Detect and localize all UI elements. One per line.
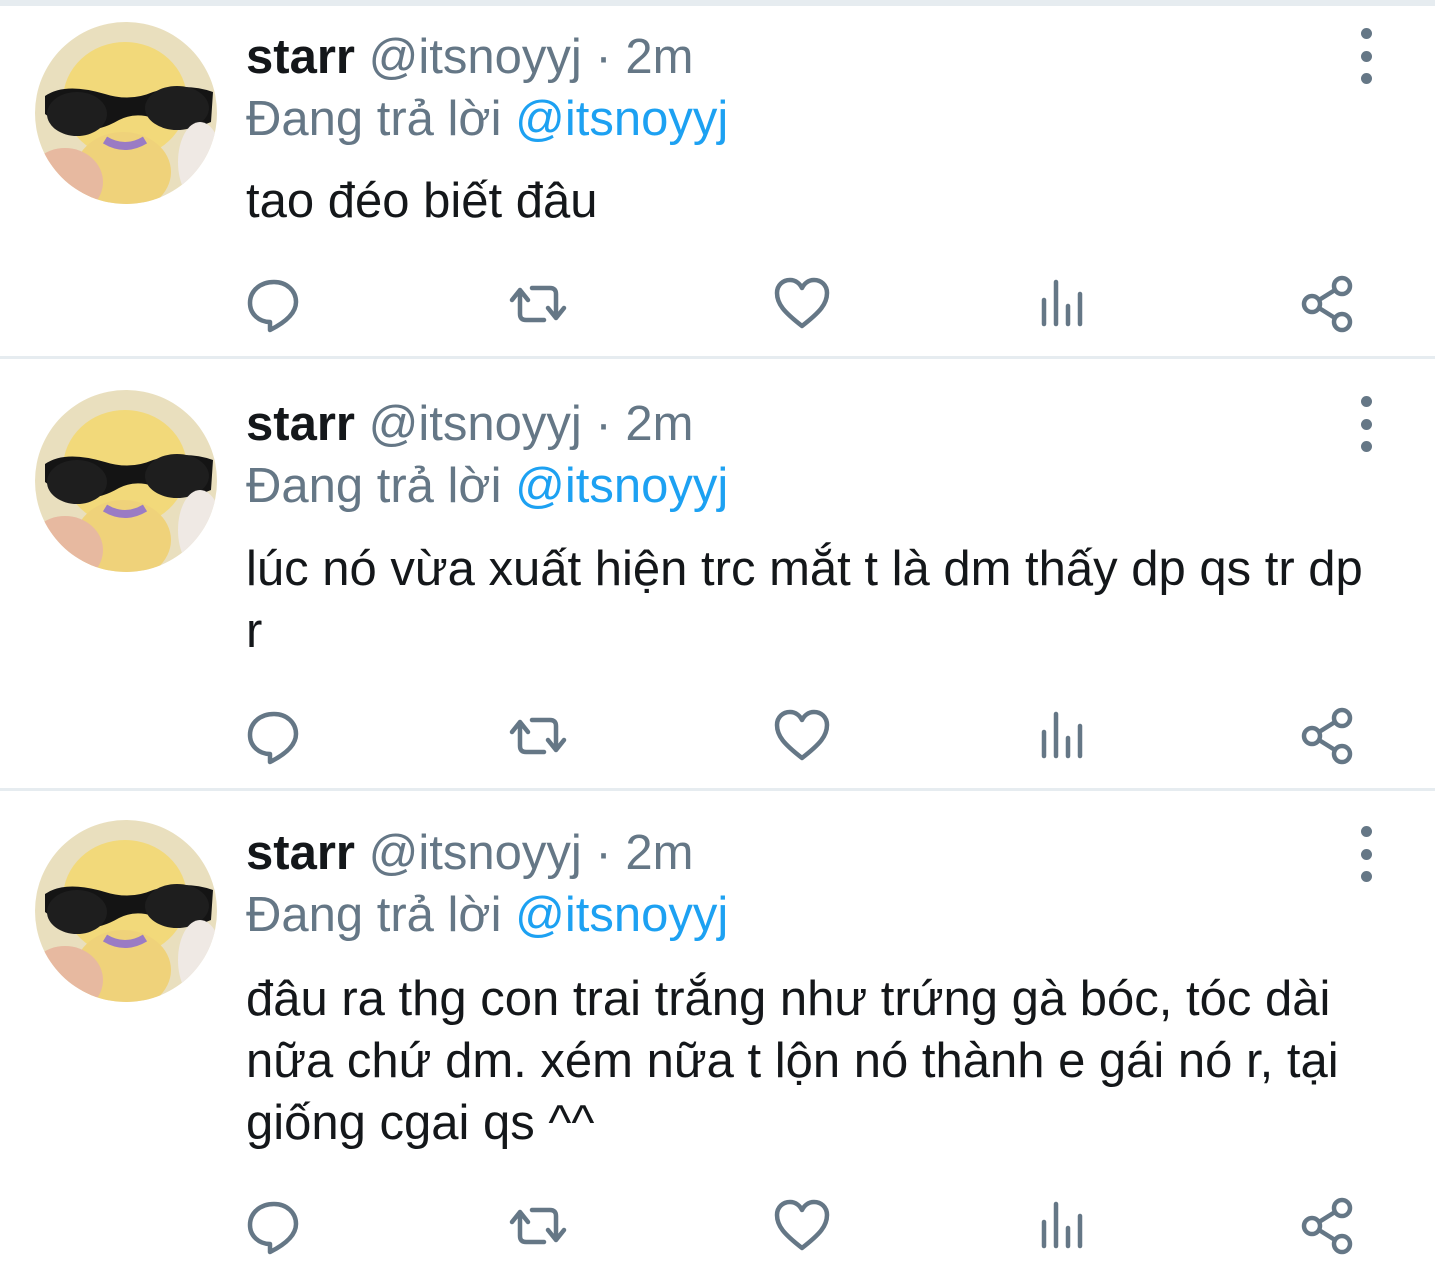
tweet-divider bbox=[0, 788, 1435, 791]
reply-context: Đang trả lời @itsnoyyj bbox=[246, 456, 728, 516]
timestamp[interactable]: 2m bbox=[625, 30, 693, 84]
separator: · bbox=[595, 397, 612, 451]
avatar[interactable] bbox=[35, 390, 217, 572]
reply-prefix: Đang trả lời bbox=[246, 459, 502, 513]
tweet-text: tao đéo biết đâu bbox=[246, 174, 598, 228]
reply-mention[interactable]: @itsnoyyj bbox=[515, 888, 728, 942]
analytics-icon[interactable] bbox=[1034, 1196, 1094, 1256]
timestamp[interactable]: 2m bbox=[625, 826, 693, 880]
reply-prefix: Đang trả lời bbox=[246, 888, 502, 942]
reply-icon[interactable] bbox=[244, 706, 304, 766]
timestamp[interactable]: 2m bbox=[625, 397, 693, 451]
tweet-divider bbox=[0, 356, 1435, 359]
more-vertical-icon[interactable] bbox=[1350, 28, 1382, 84]
reply-mention[interactable]: @itsnoyyj bbox=[515, 92, 728, 146]
like-icon[interactable] bbox=[772, 706, 832, 766]
avatar-image bbox=[35, 390, 217, 572]
tweet-header: starr @itsnoyyj · 2m bbox=[246, 394, 693, 454]
like-icon[interactable] bbox=[772, 274, 832, 334]
user-handle[interactable]: @itsnoyyj bbox=[369, 397, 582, 451]
reply-icon[interactable] bbox=[244, 1196, 304, 1256]
share-icon[interactable] bbox=[1298, 274, 1358, 334]
analytics-icon[interactable] bbox=[1034, 706, 1094, 766]
separator: · bbox=[595, 826, 612, 880]
retweet-icon[interactable] bbox=[508, 1196, 568, 1256]
top-divider bbox=[0, 0, 1435, 6]
display-name[interactable]: starr bbox=[246, 826, 355, 880]
tweet-header: starr @itsnoyyj · 2m bbox=[246, 823, 693, 883]
tweet-text: đâu ra thg con trai trắng như trứng gà b… bbox=[246, 972, 1339, 1150]
like-icon[interactable] bbox=[772, 1196, 832, 1256]
analytics-icon[interactable] bbox=[1034, 274, 1094, 334]
display-name[interactable]: starr bbox=[246, 30, 355, 84]
reply-context: Đang trả lời @itsnoyyj bbox=[246, 89, 728, 149]
tweet-header: starr @itsnoyyj · 2m bbox=[246, 27, 693, 87]
user-handle[interactable]: @itsnoyyj bbox=[369, 30, 582, 84]
avatar-image bbox=[35, 22, 217, 204]
reply-mention[interactable]: @itsnoyyj bbox=[515, 459, 728, 513]
more-vertical-icon[interactable] bbox=[1350, 826, 1382, 882]
more-vertical-icon[interactable] bbox=[1350, 396, 1382, 452]
avatar[interactable] bbox=[35, 820, 217, 1002]
avatar-image bbox=[35, 820, 217, 1002]
share-icon[interactable] bbox=[1298, 706, 1358, 766]
user-handle[interactable]: @itsnoyyj bbox=[369, 826, 582, 880]
share-icon[interactable] bbox=[1298, 1196, 1358, 1256]
separator: · bbox=[595, 30, 612, 84]
reply-prefix: Đang trả lời bbox=[246, 92, 502, 146]
retweet-icon[interactable] bbox=[508, 274, 568, 334]
tweet-text: lúc nó vừa xuất hiện trc mắt t là dm thấ… bbox=[246, 542, 1363, 658]
display-name[interactable]: starr bbox=[246, 397, 355, 451]
reply-icon[interactable] bbox=[244, 274, 304, 334]
retweet-icon[interactable] bbox=[508, 706, 568, 766]
reply-context: Đang trả lời @itsnoyyj bbox=[246, 885, 728, 945]
avatar[interactable] bbox=[35, 22, 217, 204]
